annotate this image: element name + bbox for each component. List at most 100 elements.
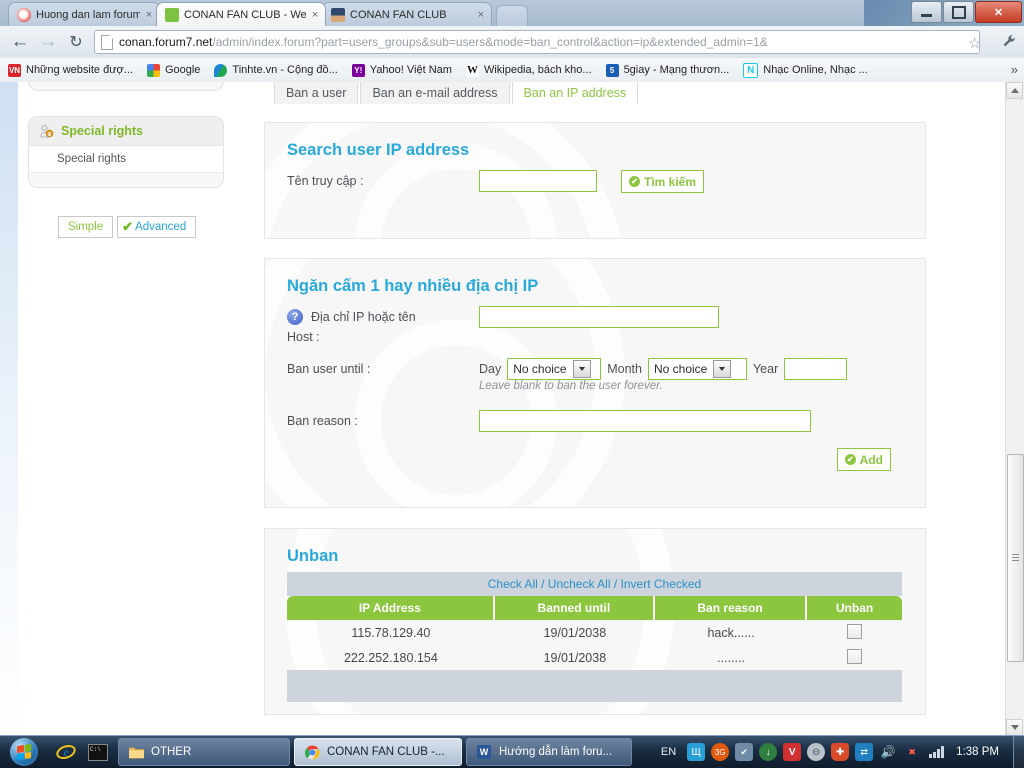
scrollbar-grip-icon bbox=[1012, 554, 1019, 562]
browser-tab-1[interactable]: Huong dan lam forum mie × bbox=[8, 2, 160, 26]
url-domain: conan.forum7.net bbox=[119, 35, 213, 49]
mode-simple-button[interactable]: Simple bbox=[58, 216, 114, 238]
bookmark-item-4[interactable]: W Wikipedia, bách kho... bbox=[460, 60, 598, 80]
ban-actions-row: ✔ Add bbox=[287, 448, 903, 471]
chevron-down-icon[interactable] bbox=[713, 360, 732, 378]
year-input[interactable] bbox=[784, 358, 848, 380]
5giay-icon: 5 bbox=[605, 63, 619, 77]
ban-host-row: Host : bbox=[287, 330, 903, 344]
bookmarks-overflow-icon[interactable]: » bbox=[1011, 62, 1018, 77]
ban-ip-address-input[interactable] bbox=[479, 306, 719, 328]
ban-ip-address-label: Địa chỉ IP hoặc tên bbox=[311, 310, 416, 324]
bookmark-item-1[interactable]: Google bbox=[141, 60, 206, 80]
special-rights-icon bbox=[39, 124, 54, 139]
command-prompt-icon[interactable]: C:\ bbox=[85, 739, 111, 765]
network-error-icon[interactable]: ✖ bbox=[903, 743, 921, 761]
bookmark-label-4: Wikipedia, bách kho... bbox=[483, 64, 592, 76]
show-desktop-button[interactable] bbox=[1013, 736, 1024, 768]
ban-reason-input[interactable] bbox=[479, 410, 811, 432]
check-icon: ✔ bbox=[122, 219, 134, 234]
tab-ban-a-user[interactable]: Ban a user bbox=[274, 82, 359, 104]
new-tab-button[interactable] bbox=[496, 5, 528, 26]
safely-remove-icon[interactable]: ✔ bbox=[735, 743, 754, 761]
window-controls: ✕ bbox=[910, 1, 1022, 23]
taskbar-item-other[interactable]: OTHER bbox=[118, 738, 290, 766]
volume-icon[interactable]: 🔊 bbox=[879, 743, 897, 761]
day-select[interactable]: No choice bbox=[507, 358, 602, 380]
cell-unban-checkbox[interactable] bbox=[807, 620, 902, 645]
add-ban-button[interactable]: ✔ Add bbox=[836, 448, 891, 471]
search-submit-button[interactable]: ✔ Tìm kiếm bbox=[621, 170, 705, 193]
cell-ip-address: 222.252.180.154 bbox=[343, 650, 438, 665]
browser-tab-3[interactable]: CONAN FAN CLUB × bbox=[322, 2, 492, 26]
tab-ban-ip-address[interactable]: Ban an IP address bbox=[511, 82, 639, 104]
sidebar-card-footer bbox=[29, 173, 223, 187]
bookmark-star-icon[interactable]: ☆ bbox=[968, 34, 981, 52]
scrollbar-thumb[interactable] bbox=[1007, 454, 1024, 662]
address-bar[interactable]: conan.forum7.net/admin/index.forum?part=… bbox=[94, 30, 980, 54]
shield-icon[interactable]: ✚ bbox=[831, 743, 850, 761]
screen: Huong dan lam forum mie × CONAN FAN CLUB… bbox=[0, 0, 1024, 768]
start-button[interactable] bbox=[2, 737, 46, 767]
tab-ban-ip-address-label: Ban an IP address bbox=[523, 85, 627, 100]
chevron-down-icon[interactable] bbox=[572, 360, 591, 378]
bookmark-item-3[interactable]: Y! Yahoo! Việt Nam bbox=[346, 60, 458, 80]
internet-explorer-icon[interactable]: e bbox=[53, 739, 79, 765]
wrench-menu-icon[interactable] bbox=[1000, 32, 1018, 50]
browser-tab-2[interactable]: CONAN FAN CLUB - Welc × bbox=[156, 2, 326, 26]
tab-ban-email-address[interactable]: Ban an e-mail address bbox=[360, 82, 510, 104]
tinhte-icon bbox=[214, 63, 228, 77]
taskbar-clock[interactable]: 1:38 PM bbox=[956, 746, 999, 758]
unban-table-header: IP Address Banned until Ban reason Unban bbox=[287, 596, 902, 620]
help-icon[interactable]: ? bbox=[287, 309, 303, 325]
unban-checkbox[interactable] bbox=[847, 623, 863, 639]
invert-checked-link[interactable]: Invert Checked bbox=[621, 577, 702, 591]
check-all-link[interactable]: Check All bbox=[488, 577, 538, 591]
forward-icon[interactable]: → bbox=[36, 30, 60, 54]
page-scrollbar[interactable] bbox=[1005, 82, 1024, 736]
bookmark-item-0[interactable]: VN Những website đượ... bbox=[2, 60, 139, 80]
uncheck-all-link[interactable]: Uncheck All bbox=[548, 577, 611, 591]
window-restore-button[interactable] bbox=[943, 1, 974, 23]
bookmark-label-0: Những website đượ... bbox=[26, 64, 133, 76]
scroll-up-button[interactable] bbox=[1006, 82, 1023, 99]
signal-icon[interactable] bbox=[927, 743, 945, 761]
cell-banned-until: 19/01/2038 bbox=[543, 650, 607, 665]
month-select[interactable]: No choice bbox=[647, 358, 747, 380]
ban-until-label: Ban user until : bbox=[287, 362, 371, 376]
unikey-icon[interactable]: Щ bbox=[687, 743, 706, 761]
mode-switch-group: Simple ✔ Advanced bbox=[58, 216, 197, 238]
browser-tab-3-close-icon[interactable]: × bbox=[475, 9, 487, 21]
scroll-down-button[interactable] bbox=[1006, 719, 1023, 736]
mode-advanced-button[interactable]: ✔ Advanced bbox=[117, 216, 197, 238]
bookmark-label-1: Google bbox=[164, 64, 201, 76]
bookmark-label-5: 5giay - Mạng thươn... bbox=[623, 64, 730, 76]
cell-unban-checkbox[interactable] bbox=[807, 645, 902, 670]
tab-ban-a-user-label: Ban a user bbox=[286, 86, 347, 100]
bookmark-item-2[interactable]: Tinhte.vn - Cộng đồ... bbox=[208, 60, 343, 80]
window-close-button[interactable]: ✕ bbox=[975, 1, 1022, 23]
back-icon[interactable]: ← bbox=[8, 30, 32, 54]
taskbar-item-conan-fan-club[interactable]: CONAN FAN CLUB -... bbox=[294, 738, 462, 766]
yahoo-icon: Y! bbox=[351, 63, 365, 77]
column-header-ban-reason: Ban reason bbox=[655, 596, 808, 620]
page-document-icon bbox=[101, 34, 113, 50]
search-username-input[interactable] bbox=[479, 170, 597, 192]
unban-checkbox[interactable] bbox=[847, 648, 863, 664]
taskbar-item-word-doc[interactable]: W Hướng dẫn làm foru... bbox=[466, 738, 632, 766]
window-minimize-button[interactable] bbox=[911, 1, 942, 23]
browser-tab-1-close-icon[interactable]: × bbox=[143, 9, 155, 21]
3g-icon[interactable]: 3G bbox=[711, 743, 730, 761]
wikipedia-icon: W bbox=[465, 63, 479, 77]
language-indicator[interactable]: EN bbox=[661, 746, 676, 758]
reload-icon[interactable]: ↻ bbox=[64, 30, 88, 54]
teamviewer-icon[interactable]: ⇄ bbox=[855, 743, 874, 761]
sidebar-item-special-rights[interactable]: Special rights bbox=[29, 146, 223, 173]
browser-tab-2-close-icon[interactable]: × bbox=[309, 9, 321, 21]
idm-icon[interactable]: ↓ bbox=[759, 743, 778, 761]
update-icon[interactable]: ⊖ bbox=[807, 743, 826, 761]
vlc-icon[interactable]: V bbox=[783, 743, 802, 761]
bookmark-item-6[interactable]: N Nhạc Online, Nhạc ... bbox=[737, 60, 874, 80]
table-row: 222.252.180.154 19/01/2038 ........ bbox=[287, 645, 902, 670]
bookmark-item-5[interactable]: 5 5giay - Mạng thươn... bbox=[600, 60, 736, 80]
